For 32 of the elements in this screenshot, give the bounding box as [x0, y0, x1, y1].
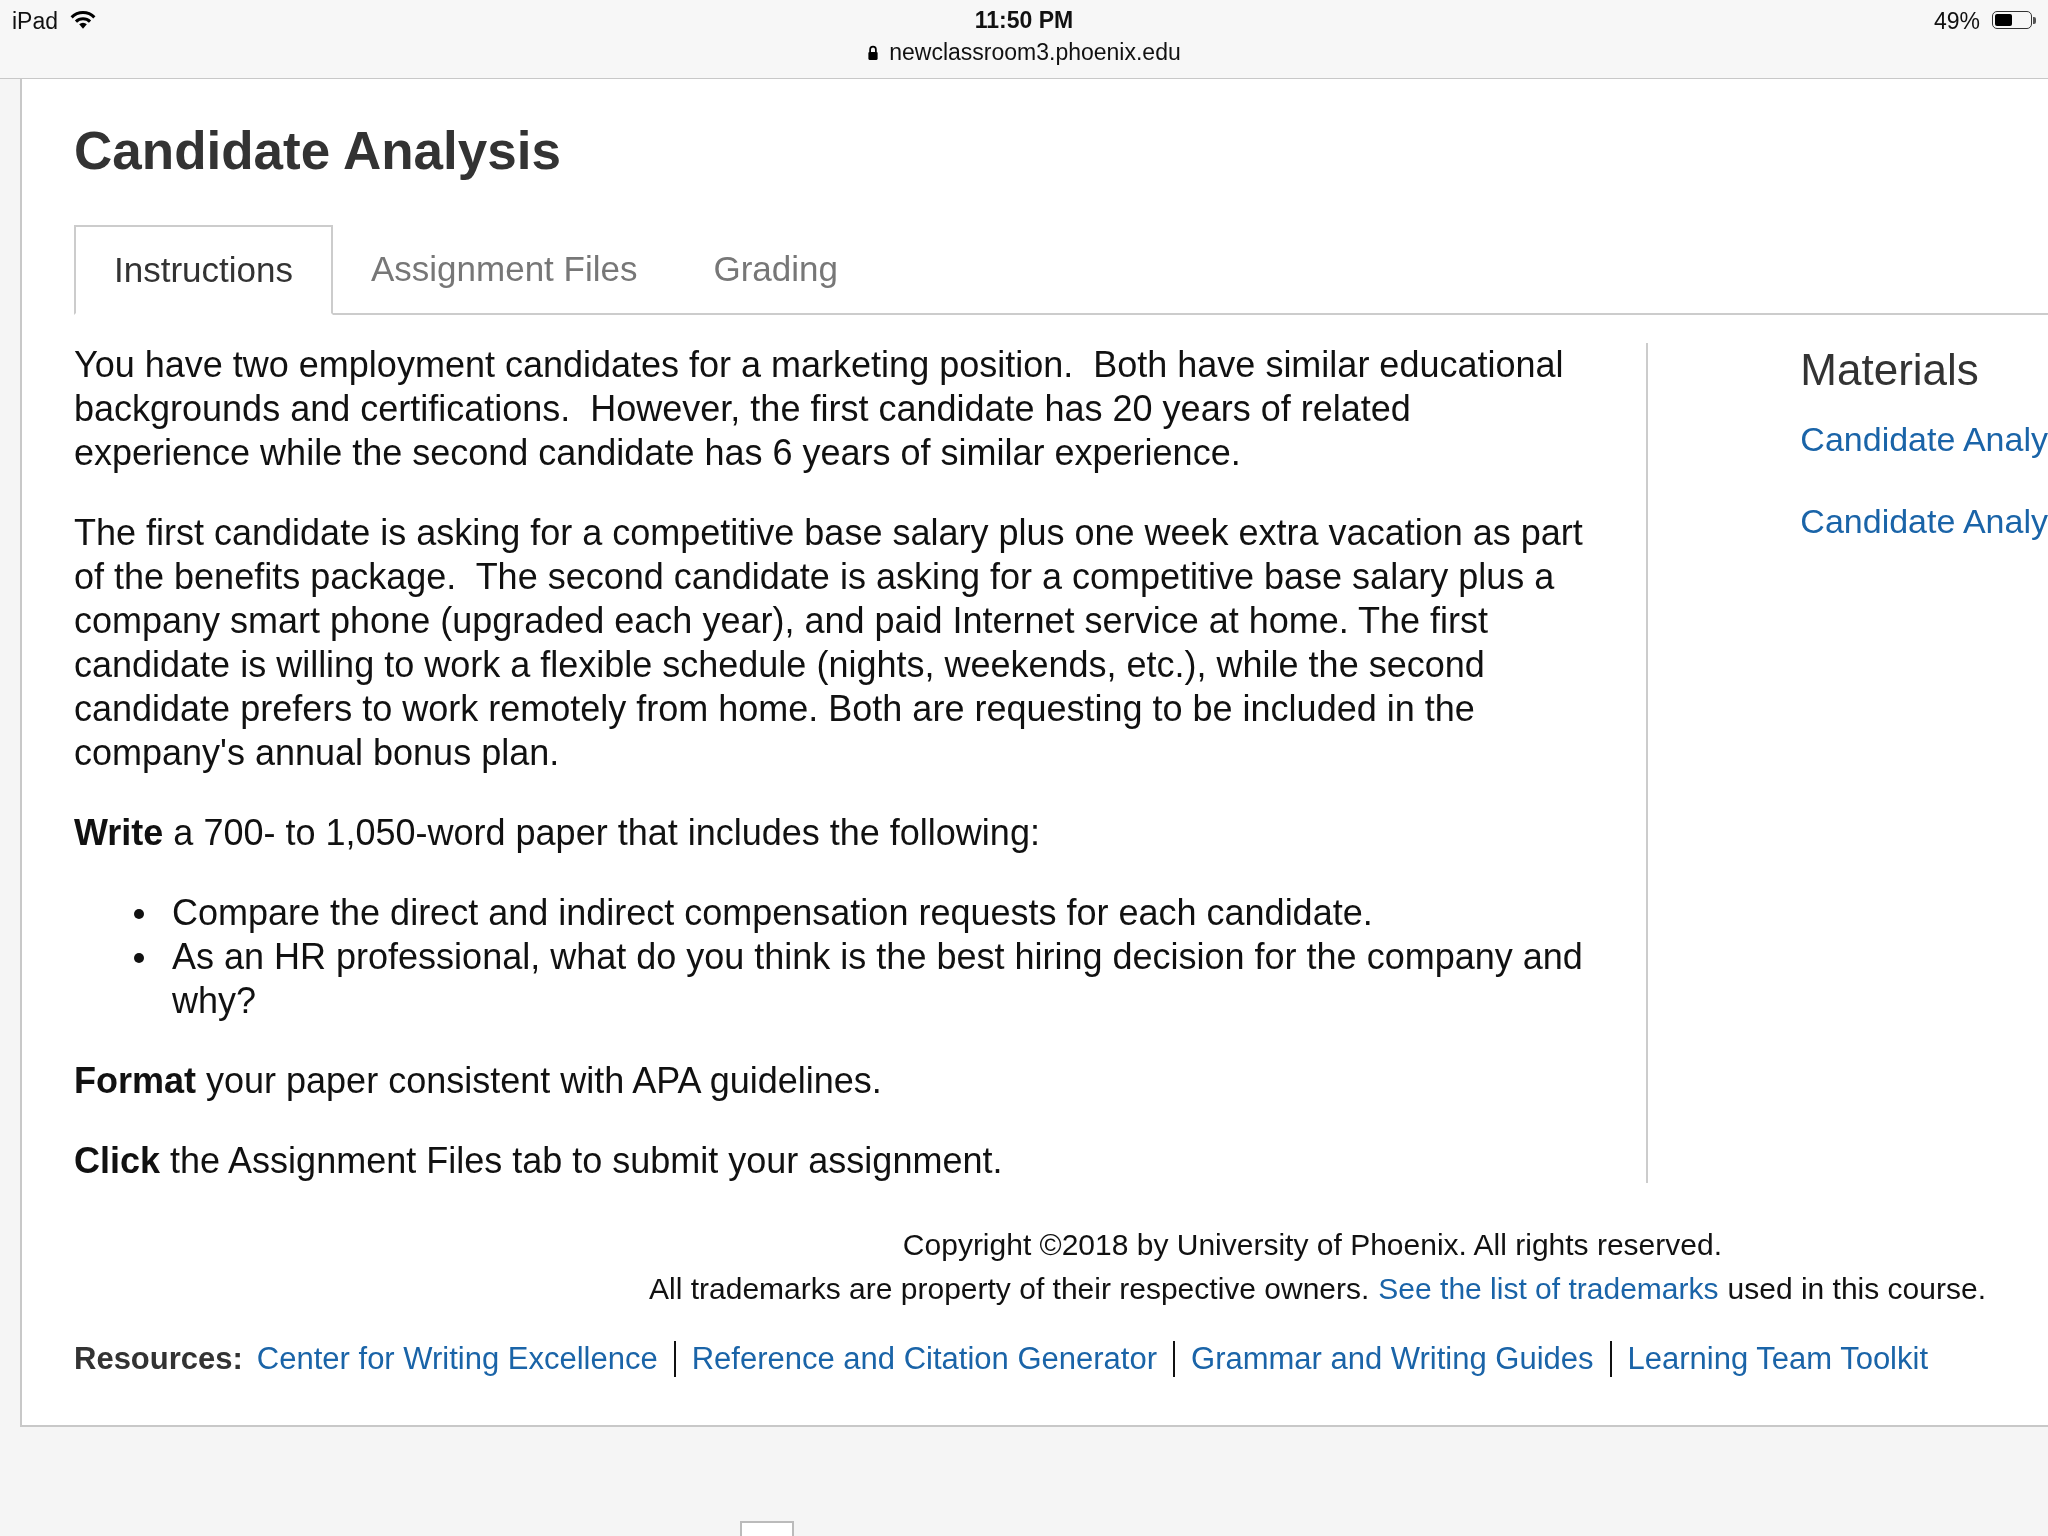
list-item: Compare the direct and indirect compensation requests for each candidate. — [172, 891, 1373, 935]
paragraph: The first candidate is asking for a competitive base salary plus one week extra vacation as part of the benefits package. The second candidate is asking for a competitive base salary plus a company smart phone (upgraded each year), and paid Internet service at home. The first candidate is willing to work a flexible schedule (nights, weekends, etc.), while the second candidate prefers to work remotely from home. Both are requesting to be included in the company's annual bonus plan. — [74, 511, 1584, 775]
resources-label: Resources: — [74, 1341, 243, 1377]
trademarks-link[interactable]: See the list of trademarks — [1378, 1267, 1719, 1311]
tab[interactable]: Instructions — [74, 225, 333, 315]
tab[interactable]: Assignment Files — [332, 225, 676, 315]
address-text[interactable]: newclassroom3.phoenix.edu — [889, 38, 1181, 66]
tab[interactable]: Grading — [675, 225, 876, 315]
paragraph: Format your paper consistent with APA guidelines. — [74, 1059, 883, 1103]
list-item: As an HR professional, what do you think is the best hiring decision for the company and why? — [172, 935, 1584, 1023]
resource-link[interactable]: Grammar and Writing Guides — [1191, 1341, 1594, 1377]
battery-icon — [1992, 11, 2036, 29]
copyright-text: Copyright ©2018 by University of Phoenix. All rights reserved. — [902, 1227, 1722, 1263]
materials-heading: Materials — [1800, 344, 1979, 396]
material-link[interactable]: Candidate Analy — [1800, 417, 2048, 461]
resource-link[interactable]: Center for Writing Excellence — [256, 1341, 658, 1377]
paragraph: Write a 700- to 1,050-word paper that includes the following: — [74, 811, 1041, 855]
paragraph: You have two employment candidates for a marketing position. Both have similar educational backgrounds and certifications. However, the first candidate has 20 years of related experience while the second candidate has 6 years of similar experience. — [74, 343, 1565, 475]
paragraph: Click the Assignment Files tab to submit your assignment. — [74, 1139, 1004, 1183]
trademark-text: used in this course. — [1727, 1271, 1986, 1307]
page-title: Candidate Analysis — [73, 120, 562, 182]
material-link[interactable]: Candidate Analy — [1800, 499, 2048, 543]
bullet-icon — [134, 909, 144, 919]
battery-percent: 49% — [1933, 8, 1980, 34]
device-name: iPad — [12, 8, 59, 34]
resource-link[interactable]: Learning Team Toolkit — [1627, 1341, 1928, 1377]
lock-icon — [867, 44, 880, 60]
resource-link[interactable]: Reference and Citation Generator — [691, 1341, 1157, 1377]
wifi-icon — [70, 10, 97, 30]
clock: 11:50 PM — [974, 6, 1074, 34]
trademark-text: All trademarks are property of their respective owners. — [649, 1271, 1370, 1307]
bullet-icon — [134, 953, 144, 963]
